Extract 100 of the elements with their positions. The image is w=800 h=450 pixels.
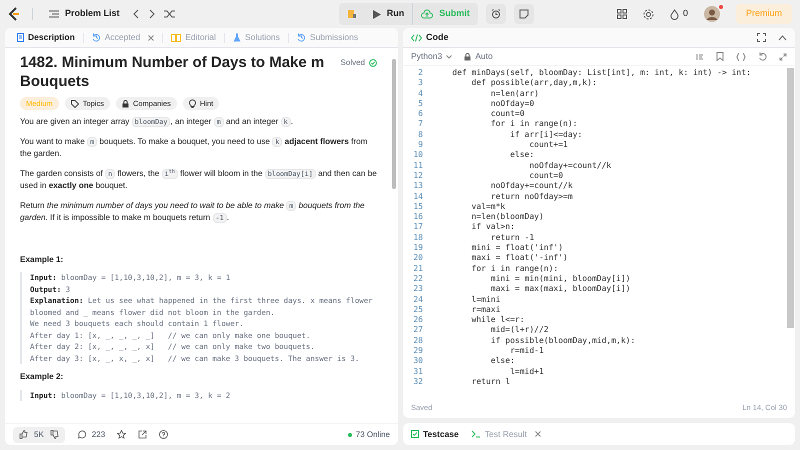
online-count: 73 Online (348, 428, 390, 440)
line-number: 11 (412, 160, 424, 171)
format-icon[interactable] (696, 52, 704, 60)
language-dropdown[interactable]: Python3 (411, 50, 452, 63)
code-line: maxi = max(maxi, bloomDay[i]) (490, 284, 630, 295)
braces-icon[interactable] (736, 52, 746, 60)
thumbs-up-icon (19, 430, 28, 439)
line-number: 8 (417, 130, 424, 140)
problem-list-button[interactable]: Problem List (45, 7, 124, 21)
code-line: mini = float('inf') (470, 243, 564, 254)
thumbs-down-icon (50, 430, 59, 439)
line-number: 19 (412, 243, 424, 254)
tag-icon (70, 100, 79, 108)
lock-icon (464, 52, 472, 60)
run-button[interactable]: Run (364, 3, 412, 25)
history-icon (92, 33, 101, 42)
fullscreen-icon[interactable] (757, 33, 766, 42)
code-line: noOfday+=count//k (528, 160, 612, 171)
line-number: 5 (417, 98, 424, 110)
line-number: 23 (412, 284, 424, 295)
line-number: 15 (412, 202, 424, 212)
settings-icon[interactable] (642, 8, 654, 20)
code-line: if possible(bloomDay,mid,m,k): (490, 336, 636, 346)
previous-icon[interactable] (132, 9, 140, 19)
line-number: 10 (412, 150, 424, 161)
expand-icon[interactable] (779, 52, 787, 60)
auto-mode[interactable]: Auto (464, 50, 493, 63)
debug-icon[interactable] (346, 9, 357, 19)
line-number: 27 (412, 325, 424, 336)
layout-icon[interactable] (616, 9, 627, 19)
collapse-icon[interactable] (778, 34, 787, 40)
note-button[interactable] (514, 4, 534, 24)
code-line: else: (490, 356, 515, 367)
logo-icon[interactable] (8, 7, 20, 21)
code-line: return l (470, 376, 510, 388)
terminal-icon (470, 430, 481, 438)
line-number: 32 (412, 376, 424, 388)
checkbox-icon (411, 430, 419, 438)
line-number: 16 (412, 212, 424, 222)
code-line: maxi = float('-inf') (470, 253, 568, 264)
like-dislike-group[interactable]: 5K (13, 426, 65, 442)
code-line: mini = min(mini, bloomDay[i]) (490, 274, 630, 284)
next-icon[interactable] (148, 9, 156, 19)
panel-tab[interactable]: Description (13, 31, 79, 44)
code-line: n=len(arr) (490, 88, 539, 99)
code-line: def minDays(self, bloomDay: List[int], m: int, k: int) -> int: (451, 68, 751, 78)
scrollbar-thumb[interactable] (392, 59, 396, 189)
list-icon (49, 10, 59, 18)
code-line: noOfday=0 (490, 98, 534, 110)
code-line: val=m*k (470, 202, 506, 212)
book-icon (171, 34, 182, 42)
code-line: l=mid+1 (510, 366, 544, 377)
line-number: 18 (412, 232, 424, 244)
check-circle-icon (369, 59, 377, 67)
line-number: 28 (412, 336, 424, 346)
code-line: def possible(arr,day,m,k): (470, 78, 597, 89)
line-number: 13 (412, 181, 424, 192)
avatar-icon[interactable] (704, 6, 720, 22)
history-icon (296, 33, 306, 42)
panel-tab[interactable]: Testcase (411, 428, 459, 440)
code-line: l=mini (470, 294, 500, 305)
speech-bubble-icon (76, 430, 86, 439)
line-number: 9 (417, 140, 424, 150)
code-line: mid=(l+r)//2 (490, 325, 549, 336)
lock-icon (122, 100, 129, 108)
play-icon (372, 10, 381, 18)
line-number: 6 (417, 109, 424, 120)
line-number: 25 (412, 304, 424, 316)
alarm-button[interactable] (486, 4, 506, 24)
code-line: if val>n: (470, 222, 515, 233)
code-line: if arr[i]<=day: (509, 130, 582, 140)
code-tab[interactable]: Code (411, 30, 448, 44)
code-line: noOfday+=count//k (490, 181, 573, 192)
example-heading: Example 2: (20, 371, 64, 384)
solved-status: Solved (340, 57, 377, 69)
code-line: r=mid-1 (509, 346, 544, 356)
code-line: count+=1 (528, 140, 568, 150)
cloud-upload-icon (421, 9, 434, 19)
example-heading: Example 1: (20, 254, 64, 266)
star-icon[interactable] (117, 430, 126, 439)
close-icon[interactable] (534, 431, 541, 437)
line-number: 24 (412, 294, 424, 305)
problem-title: 1482. Minimum Number of Days to Make m Bouquets (20, 53, 326, 91)
streak-counter[interactable]: 0 (670, 7, 688, 21)
close-icon[interactable] (148, 34, 154, 40)
code-line: else: (509, 150, 534, 161)
line-number: 17 (412, 222, 424, 233)
code-line: for i in range(n): (470, 264, 558, 274)
bookmark-icon[interactable] (716, 52, 724, 61)
line-number: 12 (412, 170, 424, 182)
code-line: while l<=r: (470, 315, 525, 326)
help-icon[interactable] (159, 430, 168, 439)
line-number: 29 (412, 346, 424, 356)
scrollbar-thumb[interactable] (787, 68, 794, 328)
shuffle-icon[interactable] (164, 9, 176, 19)
comments-link[interactable]: 223 (76, 428, 106, 440)
reset-icon[interactable] (758, 52, 767, 61)
share-icon[interactable] (138, 430, 148, 439)
line-number: 22 (412, 274, 424, 284)
line-number: 20 (412, 253, 424, 264)
